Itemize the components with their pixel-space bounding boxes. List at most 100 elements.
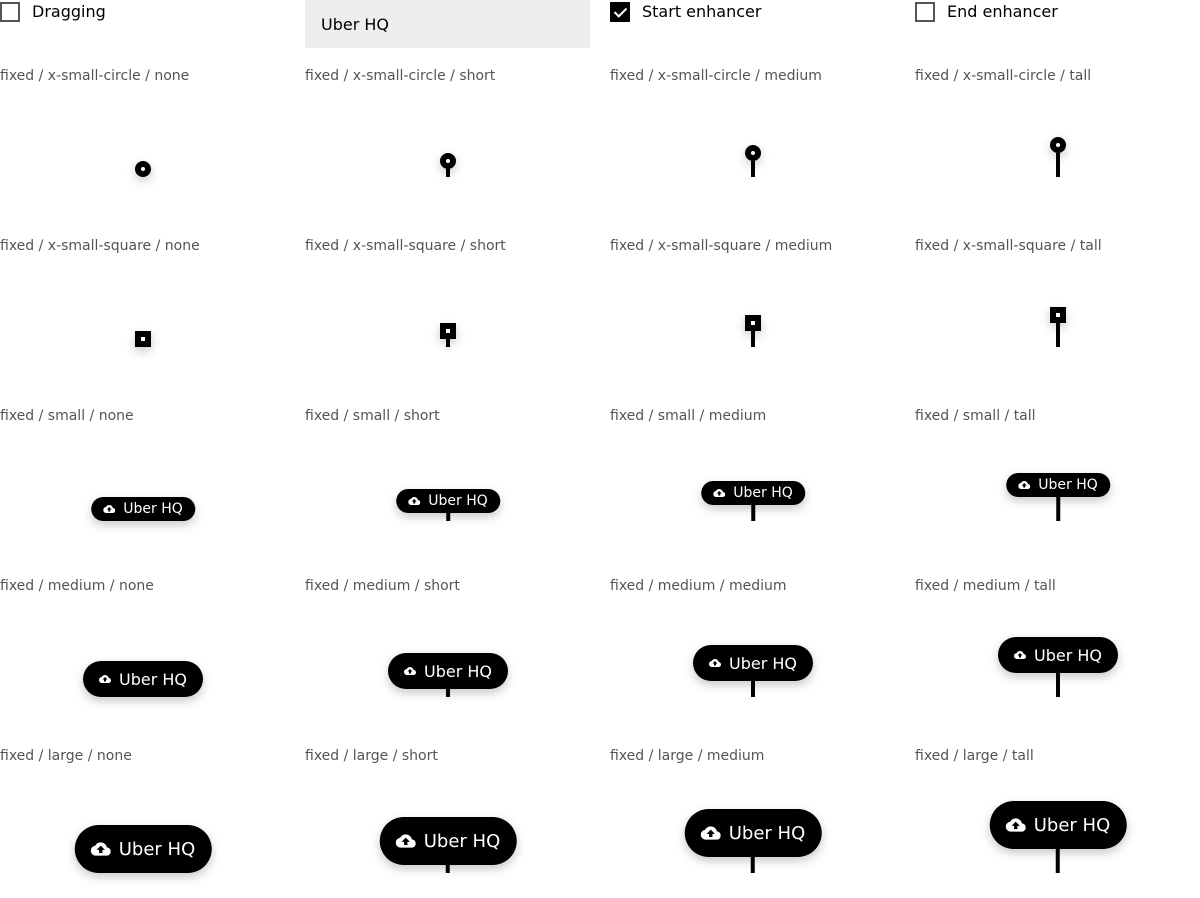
marker-needle xyxy=(751,681,755,697)
marker-row-medium: fixed / medium / none Uber HQ fixed / medi… xyxy=(0,570,1200,740)
marker-head[interactable]: Uber HQ xyxy=(74,825,212,873)
marker-head[interactable] xyxy=(1050,137,1066,153)
end-enhancer-checkbox[interactable] xyxy=(915,2,935,22)
fixed-marker[interactable] xyxy=(440,323,456,347)
marker-head[interactable] xyxy=(745,145,761,161)
fixed-marker[interactable] xyxy=(1050,307,1066,347)
cell-label: fixed / small / short xyxy=(305,408,440,424)
cell-label: fixed / x-small-square / short xyxy=(305,238,506,254)
start-enhancer-checkbox[interactable] xyxy=(610,2,630,22)
fixed-marker[interactable]: Uber HQ xyxy=(1006,473,1110,521)
cloud-upload-icon xyxy=(1005,815,1026,835)
cell-label: fixed / small / none xyxy=(0,408,134,424)
fixed-marker[interactable] xyxy=(745,145,761,177)
marker-needle xyxy=(446,513,450,521)
marker-head[interactable]: Uber HQ xyxy=(701,481,805,505)
marker-label-input[interactable] xyxy=(305,0,590,48)
marker-cell: fixed / small / short Uber HQ xyxy=(305,400,610,570)
marker-cell: fixed / small / medium Uber HQ xyxy=(610,400,915,570)
marker-cell: fixed / medium / medium Uber HQ xyxy=(610,570,915,740)
marker-needle xyxy=(1056,849,1060,873)
cloud-upload-icon xyxy=(709,657,721,669)
marker-cell: fixed / x-small-circle / medium xyxy=(610,60,915,230)
marker-cell: fixed / x-small-square / medium xyxy=(610,230,915,400)
fixed-marker[interactable] xyxy=(135,161,151,177)
marker-cell: fixed / x-small-square / short xyxy=(305,230,610,400)
marker-head[interactable] xyxy=(135,161,151,177)
marker-center-dot xyxy=(751,151,755,155)
marker-needle xyxy=(1056,673,1060,697)
marker-needle xyxy=(751,331,755,347)
cloud-upload-icon xyxy=(700,823,721,843)
marker-head[interactable]: Uber HQ xyxy=(1006,473,1110,497)
fixed-marker[interactable]: Uber HQ xyxy=(74,825,212,873)
marker-center-dot xyxy=(1056,143,1060,147)
marker-label: Uber HQ xyxy=(118,838,196,860)
marker-head[interactable]: Uber HQ xyxy=(379,817,517,865)
dragging-toggle[interactable]: Dragging xyxy=(0,0,106,24)
fixed-marker[interactable]: Uber HQ xyxy=(388,653,508,697)
marker-head[interactable] xyxy=(440,153,456,169)
marker-head[interactable]: Uber HQ xyxy=(396,489,500,513)
marker-label: Uber HQ xyxy=(1034,645,1102,665)
fixed-marker[interactable]: Uber HQ xyxy=(693,645,813,697)
marker-cell: fixed / large / none Uber HQ xyxy=(0,740,305,898)
marker-row-x-small-square: fixed / x-small-square / none fixed / x-s… xyxy=(0,230,1200,400)
marker-label: Uber HQ xyxy=(123,501,183,517)
marker-label: Uber HQ xyxy=(729,653,797,673)
marker-center-dot xyxy=(141,337,145,341)
marker-cell: fixed / small / none Uber HQ xyxy=(0,400,305,570)
marker-label: Uber HQ xyxy=(1033,814,1111,836)
marker-cell: fixed / medium / none Uber HQ xyxy=(0,570,305,740)
cloud-upload-icon xyxy=(90,839,111,859)
marker-label: Uber HQ xyxy=(1038,477,1098,493)
fixed-marker[interactable]: Uber HQ xyxy=(989,801,1127,873)
fixed-marker[interactable] xyxy=(1050,137,1066,177)
marker-head[interactable]: Uber HQ xyxy=(989,801,1127,849)
marker-head[interactable]: Uber HQ xyxy=(684,809,822,857)
controls-bar: Dragging Start enhancer End enhancer xyxy=(0,0,1200,48)
cell-label: fixed / medium / medium xyxy=(610,578,787,594)
marker-needle xyxy=(1056,497,1060,521)
marker-needle xyxy=(446,689,450,697)
marker-needle xyxy=(751,857,755,873)
marker-cell: fixed / large / short Uber HQ xyxy=(305,740,610,898)
fixed-marker[interactable] xyxy=(745,315,761,347)
marker-center-dot xyxy=(1056,313,1060,317)
start-enhancer-toggle[interactable]: Start enhancer xyxy=(610,0,761,24)
fixed-marker[interactable]: Uber HQ xyxy=(684,809,822,873)
marker-label: Uber HQ xyxy=(119,669,187,689)
marker-row-small: fixed / small / none Uber HQ fixed / small… xyxy=(0,400,1200,570)
fixed-marker[interactable] xyxy=(135,331,151,347)
cell-label: fixed / large / tall xyxy=(915,748,1034,764)
marker-cell: fixed / medium / short Uber HQ xyxy=(305,570,610,740)
fixed-marker[interactable]: Uber HQ xyxy=(396,489,500,521)
marker-cell: fixed / medium / tall Uber HQ xyxy=(915,570,1200,740)
end-enhancer-toggle[interactable]: End enhancer xyxy=(915,0,1058,24)
cell-label: fixed / medium / short xyxy=(305,578,460,594)
cell-label: fixed / medium / none xyxy=(0,578,154,594)
cell-label: fixed / small / tall xyxy=(915,408,1036,424)
marker-head[interactable] xyxy=(745,315,761,331)
dragging-checkbox[interactable] xyxy=(0,2,20,22)
marker-head[interactable] xyxy=(135,331,151,347)
cloud-upload-icon xyxy=(1018,479,1031,491)
marker-head[interactable]: Uber HQ xyxy=(83,661,203,697)
marker-needle xyxy=(1056,153,1060,177)
dragging-label: Dragging xyxy=(32,2,106,21)
marker-head[interactable]: Uber HQ xyxy=(998,637,1118,673)
marker-needle xyxy=(1056,323,1060,347)
marker-grid: fixed / x-small-circle / none fixed / x-s… xyxy=(0,60,1200,898)
marker-head[interactable]: Uber HQ xyxy=(693,645,813,681)
fixed-marker[interactable] xyxy=(440,153,456,177)
fixed-marker[interactable]: Uber HQ xyxy=(91,497,195,521)
marker-head[interactable]: Uber HQ xyxy=(388,653,508,689)
fixed-marker[interactable]: Uber HQ xyxy=(998,637,1118,697)
marker-head[interactable] xyxy=(440,323,456,339)
fixed-marker[interactable]: Uber HQ xyxy=(83,661,203,697)
fixed-marker[interactable]: Uber HQ xyxy=(701,481,805,521)
marker-row-large: fixed / large / none Uber HQ fixed / large… xyxy=(0,740,1200,898)
fixed-marker[interactable]: Uber HQ xyxy=(379,817,517,873)
marker-head[interactable] xyxy=(1050,307,1066,323)
marker-head[interactable]: Uber HQ xyxy=(91,497,195,521)
